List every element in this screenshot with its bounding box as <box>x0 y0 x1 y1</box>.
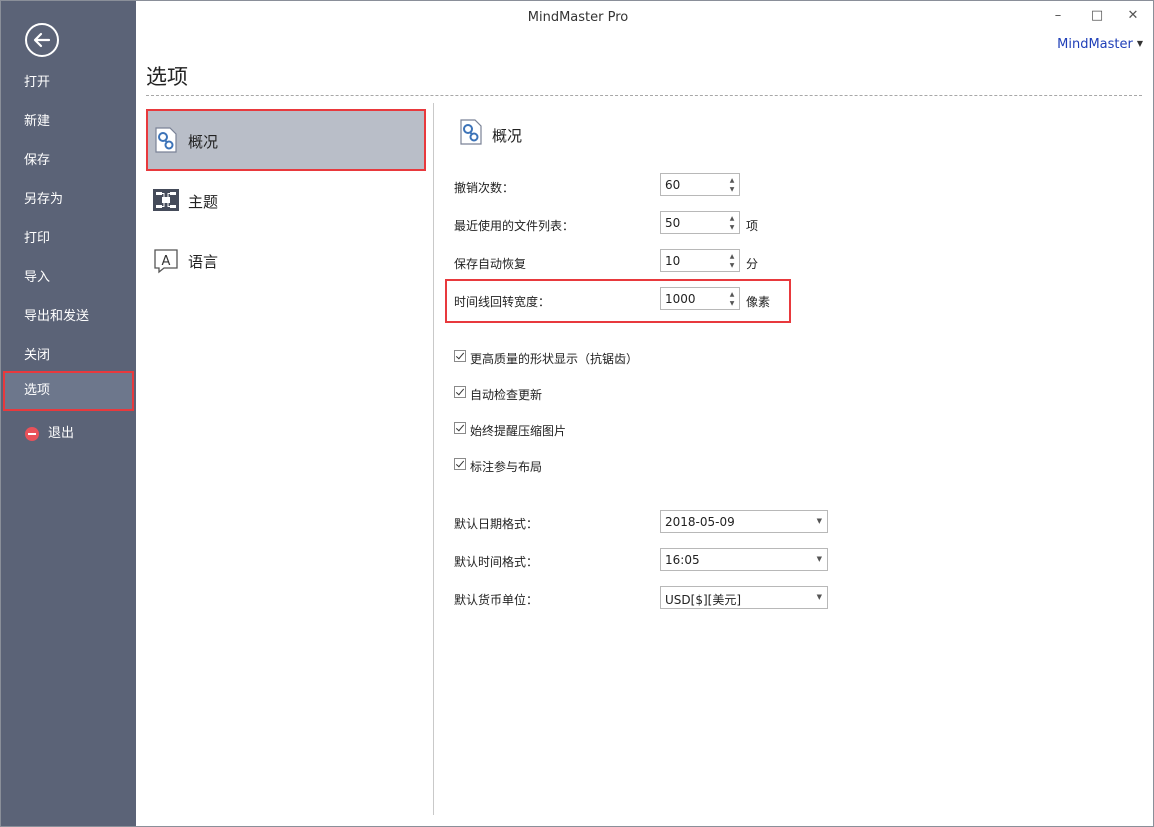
panel-divider <box>433 103 434 815</box>
chevron-down-icon: ▼ <box>1136 39 1143 48</box>
account-menu[interactable]: MindMaster ▼ <box>1057 37 1143 52</box>
options-window: 打开 新建 保存 另存为 打印 导入 导出和发送 关闭 选项 退出 MindMa… <box>0 0 1154 827</box>
time-format-select[interactable]: 16:05 ▼ <box>660 548 828 571</box>
currency-value: USD[$][美元] <box>665 593 742 607</box>
file-menu-sidebar: 打开 新建 保存 另存为 打印 导入 导出和发送 关闭 选项 退出 <box>1 1 136 826</box>
sidebar-item-label: 退出 <box>48 426 75 441</box>
sidebar-item-label: 选项 <box>24 383 51 398</box>
autosave-stepper[interactable]: 10 ▲ ▼ <box>660 249 740 272</box>
undo-count-value: 60 <box>665 178 681 192</box>
account-name: MindMaster <box>1057 37 1133 52</box>
page-title: 选项 <box>146 65 188 89</box>
close-button[interactable]: ✕ <box>1119 5 1147 27</box>
category-label: 语言 <box>188 253 219 271</box>
autosave-unit: 分 <box>746 257 759 271</box>
timeline-width-stepper[interactable]: 1000 ▲ ▼ <box>660 287 740 310</box>
recent-files-stepper[interactable]: 50 ▲ ▼ <box>660 211 740 234</box>
svg-text:A: A <box>162 254 171 269</box>
category-language[interactable]: A 语言 <box>148 231 424 289</box>
sidebar-item-label: 另存为 <box>24 192 64 207</box>
theme-icon <box>153 189 179 211</box>
date-format-value: 2018-05-09 <box>665 515 735 529</box>
category-theme[interactable]: 主题 <box>148 171 424 229</box>
panel-title: 概况 <box>492 127 523 145</box>
sidebar-item-label: 关闭 <box>24 348 51 363</box>
divider <box>146 95 1142 96</box>
category-label: 主题 <box>188 193 219 211</box>
sidebar-item-label: 导入 <box>24 270 51 285</box>
stepper-arrows-icon[interactable]: ▲ ▼ <box>725 288 739 309</box>
auto-update-checkbox[interactable] <box>454 386 466 398</box>
undo-label: 撤销次数： <box>454 181 515 195</box>
back-arrow-icon[interactable] <box>25 23 59 57</box>
autosave-label: 保存自动恢复 <box>454 257 527 271</box>
stepper-arrows-icon[interactable]: ▲ ▼ <box>725 212 739 233</box>
maximize-button[interactable]: □ <box>1083 5 1111 27</box>
sidebar-item-print[interactable]: 打印 <box>4 220 133 258</box>
compress-images-checkbox[interactable] <box>454 422 466 434</box>
sidebar-item-close[interactable]: 关闭 <box>4 337 133 375</box>
language-icon: A <box>154 249 178 274</box>
sidebar-item-label: 打印 <box>24 231 51 246</box>
recent-files-value: 50 <box>665 216 681 230</box>
chevron-down-icon: ▼ <box>816 593 822 601</box>
sidebar-item-open[interactable]: 打开 <box>4 64 133 102</box>
minimize-button[interactable]: – <box>1044 5 1072 27</box>
date-format-select[interactable]: 2018-05-09 ▼ <box>660 510 828 533</box>
autosave-value: 10 <box>665 254 681 268</box>
sidebar-item-label: 打开 <box>24 75 51 90</box>
exit-icon <box>25 427 39 441</box>
recent-files-unit: 项 <box>746 219 759 233</box>
date-format-label: 默认日期格式： <box>454 517 539 531</box>
sidebar-item-new[interactable]: 新建 <box>4 103 133 141</box>
timeline-width-value: 1000 <box>665 292 696 306</box>
sidebar-item-save-as[interactable]: 另存为 <box>4 181 133 219</box>
timeline-width-unit: 像素 <box>746 295 771 309</box>
category-label: 概况 <box>188 133 219 151</box>
sidebar-item-export-send[interactable]: 导出和发送 <box>4 298 133 336</box>
sidebar-item-options[interactable]: 选项 <box>3 371 134 411</box>
chevron-down-icon: ▼ <box>816 555 822 563</box>
sidebar-item-import[interactable]: 导入 <box>4 259 133 297</box>
antialias-checkbox[interactable] <box>454 350 466 362</box>
sidebar-item-label: 导出和发送 <box>24 309 90 324</box>
general-settings-icon <box>155 127 177 153</box>
stepper-arrows-icon[interactable]: ▲ ▼ <box>725 174 739 195</box>
category-general[interactable]: 概况 <box>146 109 426 171</box>
undo-count-stepper[interactable]: 60 ▲ ▼ <box>660 173 740 196</box>
window-title: MindMaster Pro <box>527 10 629 25</box>
currency-select[interactable]: USD[$][美元] ▼ <box>660 586 828 609</box>
callout-layout-label: 标注参与布局 <box>470 460 543 474</box>
currency-label: 默认货币单位： <box>454 593 539 607</box>
sidebar-item-save[interactable]: 保存 <box>4 142 133 180</box>
sidebar-item-label: 保存 <box>24 153 51 168</box>
sidebar-item-exit[interactable]: 退出 <box>4 415 133 453</box>
stepper-arrows-icon[interactable]: ▲ ▼ <box>725 250 739 271</box>
compress-images-label: 始终提醒压缩图片 <box>470 424 567 438</box>
chevron-down-icon: ▼ <box>816 517 822 525</box>
callout-layout-checkbox[interactable] <box>454 458 466 470</box>
antialias-label: 更高质量的形状显示（抗锯齿） <box>470 352 639 366</box>
sidebar-item-label: 新建 <box>24 114 51 129</box>
auto-update-label: 自动检查更新 <box>470 388 543 402</box>
general-settings-icon <box>460 119 482 145</box>
recent-files-label: 最近使用的文件列表： <box>454 219 575 233</box>
time-format-value: 16:05 <box>665 553 700 567</box>
timeline-width-label: 时间线回转宽度： <box>454 295 551 309</box>
time-format-label: 默认时间格式： <box>454 555 539 569</box>
